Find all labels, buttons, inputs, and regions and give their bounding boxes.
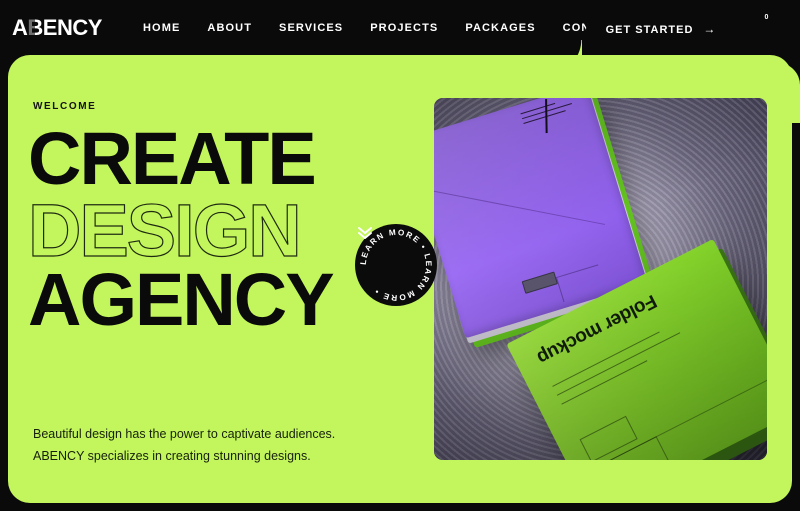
nav-item-home[interactable]: HOME (143, 22, 180, 34)
nav-item-projects[interactable]: PROJECTS (370, 22, 438, 34)
hero-image-vignette (434, 98, 767, 460)
nav-item-services[interactable]: SERVICES (279, 22, 343, 34)
nav-item-packages[interactable]: PACKAGES (465, 22, 535, 34)
page-root: A B ENCY HOME ABOUT SERVICES PROJECTS PACK… (0, 0, 800, 511)
arrow-right-icon: → (703, 22, 717, 36)
logo-accent-letter: B (27, 15, 43, 40)
chevron-double-down-icon (355, 224, 437, 306)
nav-item-about[interactable]: ABOUT (207, 22, 252, 34)
logo-suffix: ENCY (42, 15, 103, 40)
site-header: A B ENCY HOME ABOUT SERVICES PROJECTS PACK… (0, 0, 800, 56)
learn-more-badge[interactable]: LEARN MORE • LEARN MORE • (355, 224, 437, 306)
get-started-button[interactable]: GET STARTED → (586, 13, 736, 46)
logo-prefix: A (12, 15, 28, 40)
hero-eyebrow: WELCOME (33, 101, 97, 112)
hero-image: Folder mockup (434, 98, 767, 460)
hero-paragraph-line-2: ABENCY specializes in creating stunning … (33, 448, 311, 463)
logo[interactable]: A B ENCY (12, 17, 102, 39)
hero-paragraph: Beautiful design has the power to captiv… (33, 424, 335, 467)
cart-count-badge: 0 (760, 11, 773, 24)
get-started-label: GET STARTED (605, 23, 694, 36)
hero-paragraph-line-1: Beautiful design has the power to captiv… (33, 427, 336, 441)
headline-line-create: CREATE (28, 117, 317, 200)
shopping-cart-icon[interactable] (748, 21, 770, 41)
main-nav: HOME ABOUT SERVICES PROJECTS PACKAGES CO… (143, 0, 623, 56)
